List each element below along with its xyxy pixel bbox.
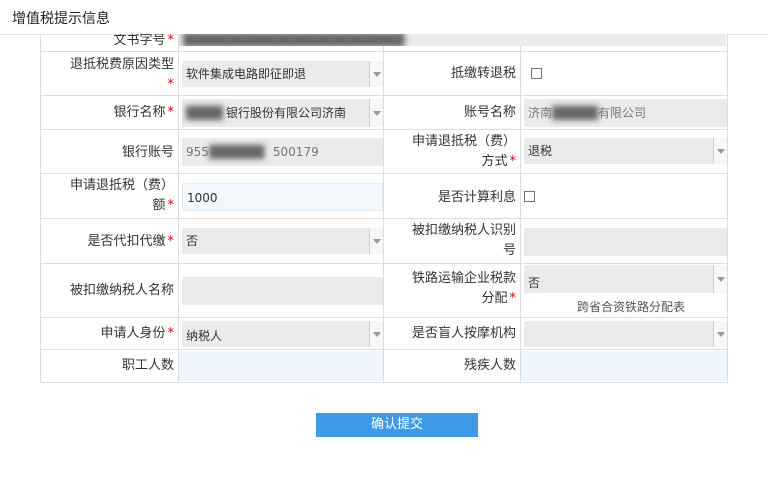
offset-refund-label: 抵缴转退税 [450, 66, 516, 81]
account-name-field: 济南█████有限公司 [524, 99, 727, 127]
bank-name-select[interactable]: ████ 银行股份有限公司济南 [182, 99, 383, 127]
employee-count-label: 职工人数 [121, 358, 174, 373]
chevron-down-icon [369, 61, 383, 87]
disabled-count-input[interactable] [521, 351, 727, 381]
withholding-select[interactable]: 否 [182, 228, 383, 254]
refund-method-select[interactable]: 退税 [524, 138, 727, 164]
withheld-taxpayer-id-label: 被扣缴纳税人识别 号 [411, 223, 516, 258]
submit-button[interactable]: 确认提交 [316, 413, 478, 437]
dialog-header: 增值税提示信息 [0, 0, 768, 35]
chevron-down-icon [369, 99, 383, 127]
row-bank-name: 银行名称 * ████ 银行股份有限公司济南 账号名称 济南█████有限公司 [41, 96, 727, 130]
bank-account-field: 955██████ 500179 [182, 138, 383, 166]
doc-number-value: ████████████████████████ [183, 34, 405, 46]
refund-type-select[interactable]: 软件集成电路即征即退 [182, 61, 383, 87]
refund-method-label: 申请退抵税（费） 方式 * [411, 134, 516, 169]
refund-amount-input[interactable]: 1000 [182, 183, 383, 211]
dialog-title: 增值税提示信息 [12, 11, 110, 27]
disabled-count-label: 残疾人数 [463, 358, 516, 373]
railway-alloc-link[interactable]: 跨省合资铁路分配表 [577, 298, 685, 315]
row-applicant: 申请人身份 * 纳税人 是否盲人按摩机构 [41, 318, 727, 350]
applicant-identity-select[interactable]: 纳税人 [182, 321, 383, 347]
doc-number-label: 文书字号 * [113, 34, 174, 48]
railway-alloc-label: 铁路运输企业税款 分配 * [411, 271, 516, 306]
row-withheld-name: 被扣缴纳税人名称 铁路运输企业税款 分配 * 否 跨省合资铁路分配表 [41, 264, 727, 318]
doc-number-field: ████████████████████████ [179, 34, 726, 46]
offset-refund-checkbox[interactable] [531, 68, 542, 79]
chevron-down-icon [713, 321, 727, 347]
row-headcount: 职工人数 残疾人数 [41, 350, 727, 382]
calc-interest-label: 是否计算利息 [437, 190, 516, 205]
chevron-down-icon [369, 321, 383, 347]
withheld-taxpayer-id-field [524, 228, 727, 256]
row-refund-amount: 申请退抵税（费） 额 * 1000 是否计算利息 [41, 174, 727, 219]
railway-alloc-select[interactable]: 否 [524, 265, 727, 293]
refund-type-label: 退抵税费原因类型 * [69, 57, 174, 92]
row-withholding: 是否代扣代缴 * 否 被扣缴纳税人识别 号 [41, 219, 727, 264]
row-doc-number: 文书字号 * ████████████████████████ [41, 34, 727, 52]
employee-count-input[interactable] [179, 351, 383, 381]
row-refund-type: 退抵税费原因类型 * 软件集成电路即征即退 抵缴转退税 [41, 52, 727, 96]
calc-interest-checkbox[interactable] [524, 191, 535, 202]
chevron-down-icon [713, 265, 727, 293]
withholding-label: 是否代扣代缴 * [87, 234, 174, 249]
refund-amount-label: 申请退抵税（费） 额 * [69, 178, 174, 213]
bank-name-label: 银行名称 * [113, 105, 174, 120]
bank-account-label: 银行账号 [121, 145, 174, 160]
blind-massage-label: 是否盲人按摩机构 [411, 326, 516, 341]
blind-massage-select[interactable] [524, 321, 727, 347]
applicant-identity-label: 申请人身份 * [100, 326, 174, 341]
row-bank-account: 银行账号 955██████ 500179 申请退抵税（费） 方式 * 退税 [41, 130, 727, 174]
chevron-down-icon [713, 138, 727, 164]
vat-form: 文书字号 * ████████████████████████ 退抵税费原因类型 *… [40, 34, 728, 383]
withheld-taxpayer-name-field [182, 277, 383, 305]
account-name-label: 账号名称 [463, 105, 516, 120]
withheld-taxpayer-name-label: 被扣缴纳税人名称 [69, 283, 174, 298]
chevron-down-icon [369, 228, 383, 254]
